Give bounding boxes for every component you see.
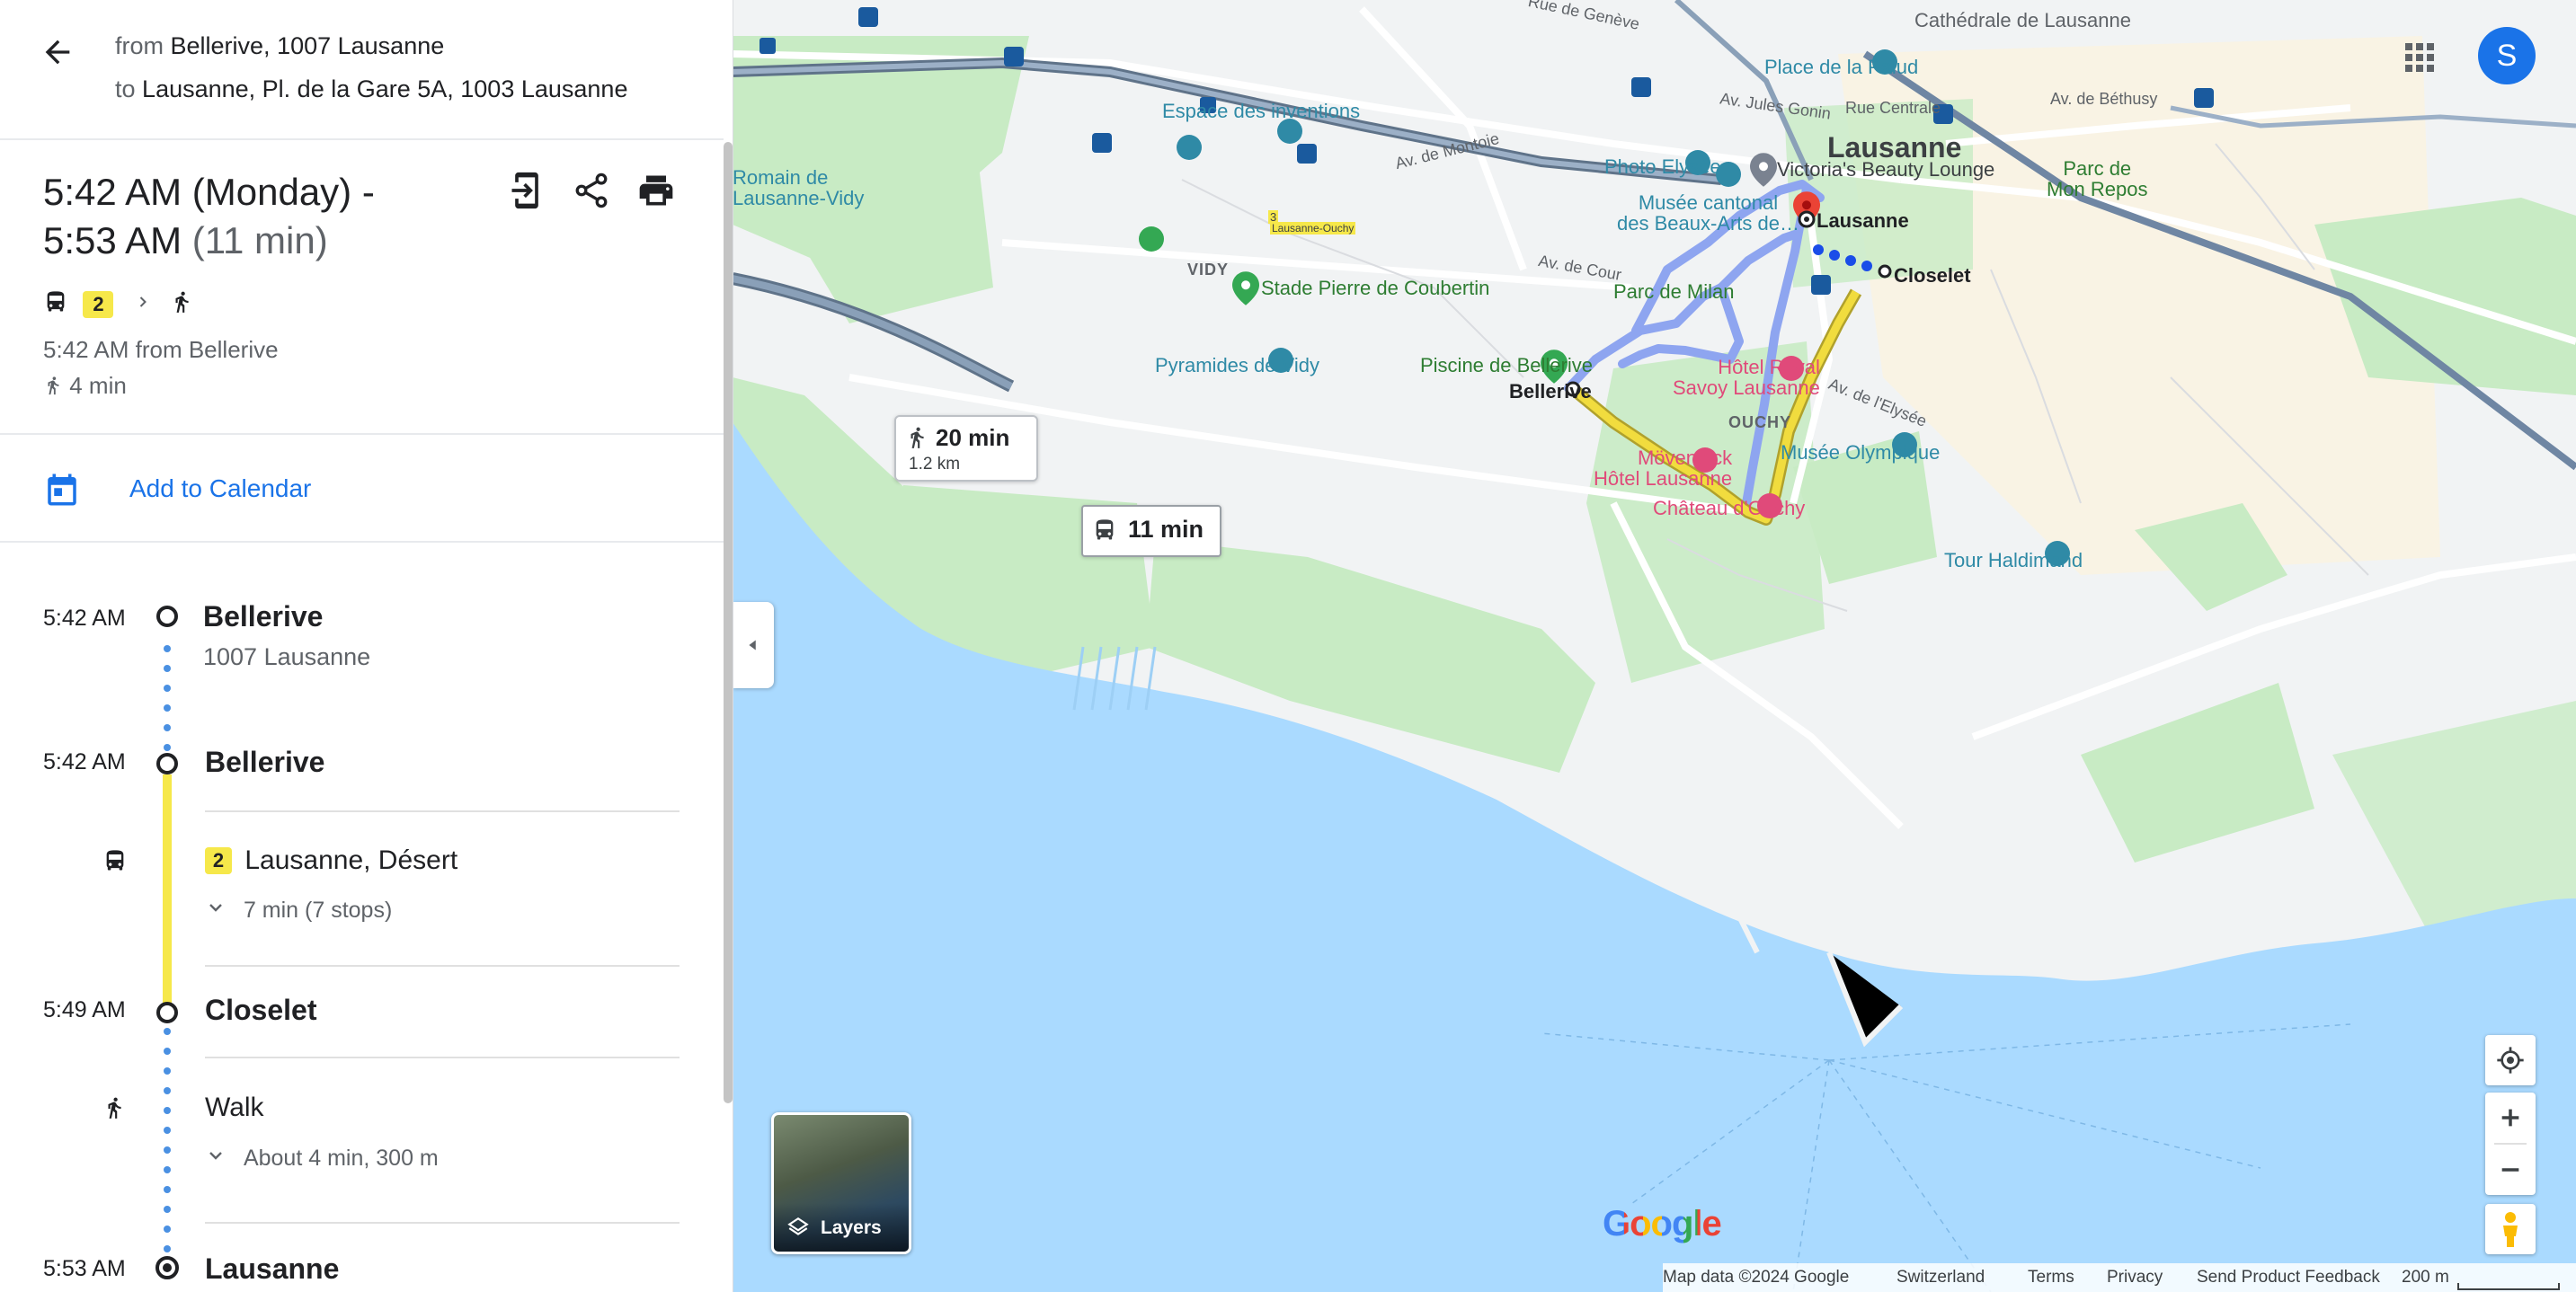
map-label-musee-olympique: Musée Olympique: [1781, 441, 1941, 464]
bus-route-callout[interactable]: 11 min: [1081, 505, 1221, 557]
map-label-photo-elysee: Photo Elysée: [1604, 155, 1721, 178]
step-stop-name[interactable]: Bellerive: [205, 746, 324, 779]
step-stop-name[interactable]: Closelet: [205, 994, 316, 1027]
step-time: 5:53 AM: [43, 1256, 126, 1281]
layers-button[interactable]: Layers: [771, 1112, 911, 1254]
map-label-pyramides: Pyramides de Vidy: [1155, 354, 1320, 376]
map-canvas[interactable]: Cathédrale de Lausanne Place de la Palud…: [733, 0, 2576, 1292]
zoom-in-button[interactable]: [2485, 1093, 2536, 1143]
caret-left-icon: [743, 634, 763, 660]
place-pin-icon: [1750, 153, 1777, 191]
step-time: 5:42 AM: [43, 606, 126, 631]
map-label-cathedrale: Cathédrale de Lausanne: [1914, 9, 2131, 31]
map-label-espace: Espace des inventions: [1162, 100, 1361, 122]
map-label-parc-milan: Parc de Milan: [1613, 280, 1735, 303]
map-label-vidy: VIDY: [1187, 261, 1230, 279]
cathedral-marker-icon: [830, 0, 902, 54]
transfer-dot-icon: [1876, 262, 1894, 285]
chevron-down-icon: [205, 1145, 227, 1173]
avatar-letter: S: [2496, 39, 2518, 73]
bus-step-icon: [102, 848, 128, 878]
scale-bar: [2457, 1283, 2560, 1290]
apps-grid-icon[interactable]: [2398, 36, 2441, 79]
walk-route-callout[interactable]: 20 min 1.2 km: [894, 415, 1038, 482]
google-logo: Google: [1603, 1204, 1722, 1244]
map-label-bellerive: Bellerive: [1509, 380, 1592, 403]
step-stop-name[interactable]: Bellerive: [203, 600, 323, 633]
footer-feedback[interactable]: Send Product Feedback: [2197, 1268, 2380, 1288]
map-label-chateau: Château d'Ouchy: [1653, 497, 1806, 519]
bus-stops-toggle[interactable]: 7 min (7 stops): [205, 897, 392, 925]
map-label-piscine: Piscine de Bellerive: [1420, 354, 1593, 376]
bus-line-badge: 2: [205, 847, 232, 875]
map-label-metro-stop: Lausanne-Ouchy: [1270, 222, 1356, 235]
step-address: 1007 Lausanne: [203, 643, 371, 670]
account-avatar[interactable]: S: [2478, 27, 2536, 84]
step-time: 5:42 AM: [43, 749, 126, 774]
map-label-parc-mon-repos: Parc de Mon Repos: [2047, 157, 2148, 201]
divider: [205, 1222, 680, 1224]
map-label-tour-haldimand: Tour Haldimand: [1944, 549, 2083, 571]
layers-label: Layers: [821, 1217, 882, 1238]
walk-details-toggle[interactable]: About 4 min, 300 m: [205, 1145, 439, 1173]
walk-callout-time: 20 min: [936, 424, 1010, 451]
map-label-av-bethusy: Av. de Béthusy: [2050, 90, 2158, 108]
map-label-romain: Romain de Lausanne-Vidy: [733, 166, 865, 210]
scrollbar[interactable]: [724, 142, 733, 1103]
layers-icon: [786, 1216, 810, 1243]
map-label-victoria: Victoria's Beauty Lounge: [1777, 158, 1995, 181]
divider: [205, 965, 680, 967]
walk-callout-distance: 1.2 km: [909, 455, 961, 473]
footer-scale[interactable]: 200 m: [2402, 1268, 2449, 1288]
minus-icon: [2501, 1168, 2519, 1172]
plus-icon: [2501, 1109, 2519, 1127]
destination-dot-icon: [1797, 209, 1817, 234]
map-footer: Map data ©2024 Google Switzerland Terms …: [1663, 1263, 2576, 1292]
map-label-rue-centrale: Rue Centrale: [1845, 99, 1941, 117]
divider: [205, 1057, 680, 1058]
google-logo-text: Google: [1603, 1204, 1722, 1243]
bus-stops-text: 7 min (7 stops): [243, 898, 393, 923]
bus-callout-icon: [1092, 518, 1117, 547]
step-time: 5:49 AM: [43, 997, 126, 1022]
footer-terms[interactable]: Terms: [2028, 1268, 2074, 1288]
step-stop-name[interactable]: Lausanne: [205, 1252, 339, 1286]
bus-callout-time: 11 min: [1128, 516, 1204, 543]
collapse-panel-button[interactable]: [733, 602, 774, 688]
zoom-controls: [2485, 1093, 2536, 1195]
map-label-musee-cantonal: Musée cantonal des Beaux-Arts de…: [1617, 191, 1799, 235]
walk-step-icon: [102, 1096, 126, 1124]
map-label-closelet: Closelet: [1894, 264, 1971, 287]
bus-destination: Lausanne, Désert: [244, 845, 458, 876]
map-label-palud: Place de la Palud: [1764, 56, 1919, 78]
walk-detail-text: About 4 min, 300 m: [243, 1146, 439, 1171]
street-view-pegman-button[interactable]: [2485, 1204, 2536, 1254]
footer-country[interactable]: Switzerland: [1896, 1268, 1985, 1288]
my-location-button[interactable]: [2485, 1035, 2536, 1085]
footer-map-data: Map data ©2024 Google: [1663, 1268, 1850, 1287]
bus-step-line: 2 Lausanne, Désert: [205, 845, 457, 876]
divider: [205, 810, 680, 812]
map-label-ouchy: OUCHY: [1728, 413, 1792, 431]
walk-callout-icon: [905, 426, 928, 454]
directions-panel: from Bellerive, 1007 Lausanne to Lausann…: [0, 0, 733, 1292]
map-label-stade: Stade Pierre de Coubertin: [1261, 277, 1490, 299]
footer-privacy[interactable]: Privacy: [2107, 1268, 2163, 1288]
map-label-lausanne-destination: Lausanne: [1817, 209, 1909, 232]
park-pin-icon: [1232, 271, 1259, 310]
walk-step-label: Walk: [205, 1093, 264, 1122]
map-label-movenpick: Mövenpick Hôtel Lausanne: [1594, 447, 1733, 491]
crosshair-icon: [2497, 1047, 2524, 1074]
pegman-icon: [2503, 1212, 2518, 1247]
zoom-out-button[interactable]: [2485, 1145, 2536, 1195]
map-label-hotel-royal: Hôtel Royal Savoy Lausanne: [1673, 356, 1820, 400]
chevron-down-icon: [205, 897, 227, 925]
